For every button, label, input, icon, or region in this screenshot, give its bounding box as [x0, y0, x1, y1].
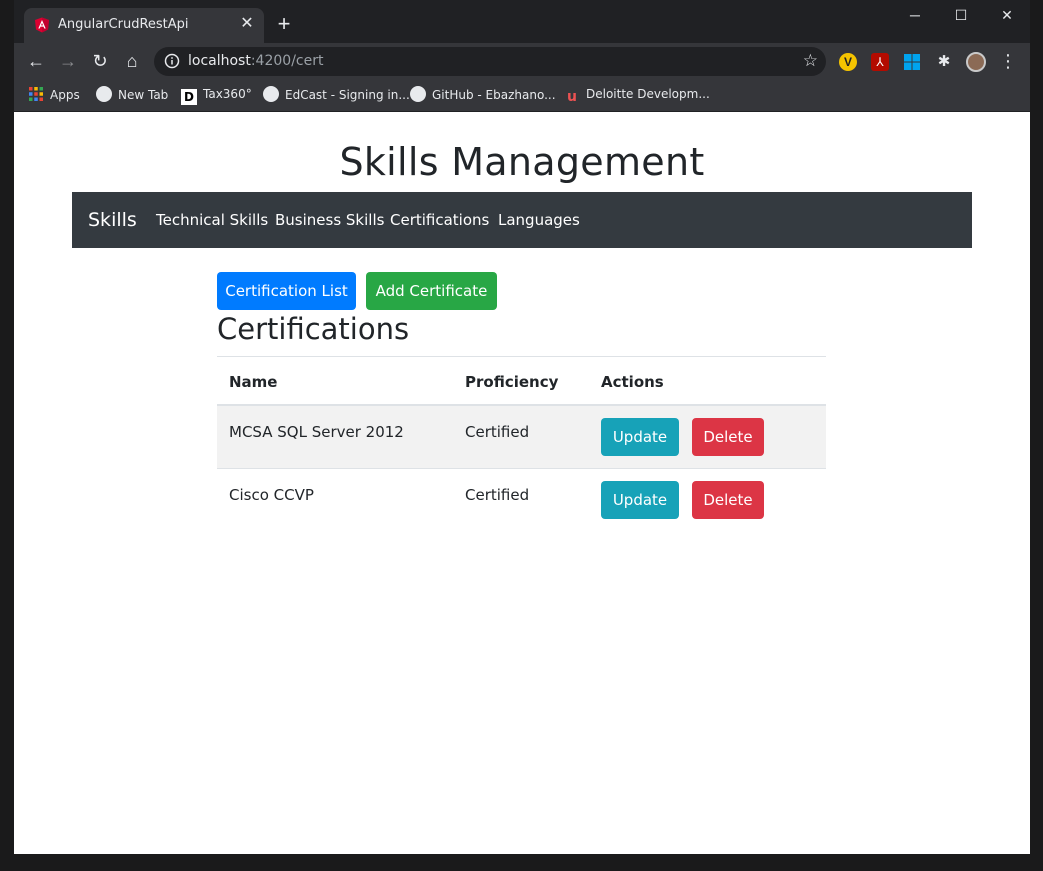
bookmark-new-tab[interactable]: New Tab — [96, 86, 168, 104]
certifications-table: Name Proficiency Actions MCSA SQL Server… — [217, 356, 826, 532]
bookmark-deloitte[interactable]: u Deloitte Developm... — [564, 86, 710, 105]
bookmark-label: Apps — [50, 88, 80, 102]
norton-extension-icon[interactable]: V — [839, 53, 857, 71]
bookmark-star-icon[interactable]: ☆ — [803, 51, 818, 71]
profile-avatar[interactable] — [966, 52, 986, 72]
bookmark-apps[interactable]: Apps — [28, 86, 80, 104]
nav-link-business-skills[interactable]: Business Skills — [275, 211, 384, 229]
cell-name: MCSA SQL Server 2012 — [229, 423, 404, 441]
bookmark-label: New Tab — [118, 88, 169, 102]
deloitte-d-icon: D — [181, 89, 197, 105]
column-header-actions: Actions — [601, 373, 664, 391]
delete-button[interactable]: Delete — [692, 418, 764, 456]
apps-grid-icon — [29, 87, 43, 101]
bookmark-github[interactable]: GitHub - Ebazhano... — [410, 86, 556, 104]
menu-kebab-icon[interactable]: ⋮ — [996, 49, 1020, 73]
github-icon — [410, 86, 426, 102]
globe-icon — [263, 86, 279, 102]
certification-list-button[interactable]: Certification List — [217, 272, 356, 310]
minimize-icon[interactable]: ─ — [904, 6, 926, 24]
url-text: localhost:4200/cert — [188, 53, 324, 69]
bookmark-edcast[interactable]: EdCast - Signing in... — [263, 86, 410, 104]
delete-button[interactable]: Delete — [692, 481, 764, 519]
bookmarks-bar: Apps New Tab D Tax360° EdCast - Signing i… — [14, 79, 1030, 111]
section-title: Certifications — [217, 312, 410, 346]
bookmark-label: GitHub - Ebazhano... — [432, 88, 556, 102]
page-title: Skills Management — [339, 140, 705, 184]
bookmark-label: Tax360° — [203, 87, 252, 101]
update-button[interactable]: Update — [601, 418, 679, 456]
column-header-proficiency: Proficiency — [465, 373, 559, 391]
browser-toolbar: ← → ↻ ⌂ localhost:4200/cert ☆ V ⅄ ✱ ⋮ — [14, 43, 1030, 79]
nav-link-technical-skills[interactable]: Technical Skills — [156, 211, 268, 229]
home-icon[interactable]: ⌂ — [120, 49, 144, 73]
tab-title: AngularCrudRestApi — [58, 17, 189, 32]
new-tab-plus-icon[interactable]: + — [274, 13, 294, 35]
bookmark-label: Deloitte Developm... — [586, 87, 710, 101]
table-row: Cisco CCVP Certified Update Delete — [217, 469, 826, 532]
column-header-name: Name — [229, 373, 278, 391]
nav-link-languages[interactable]: Languages — [498, 211, 580, 229]
bookmark-tax360[interactable]: D Tax360° — [181, 86, 252, 105]
browser-tab[interactable]: AngularCrudRestApi ✕ — [24, 8, 264, 43]
pdf-extension-icon[interactable]: ⅄ — [871, 53, 889, 71]
add-certificate-button[interactable]: Add Certificate — [366, 272, 497, 310]
globe-icon — [96, 86, 112, 102]
navbar: Skills Technical Skills Business Skills … — [72, 192, 972, 248]
cell-name: Cisco CCVP — [229, 486, 314, 504]
browser-window: AngularCrudRestApi ✕ + ─ ☐ ✕ ← → ↻ ⌂ loc… — [14, 0, 1030, 854]
tab-close-icon[interactable]: ✕ — [238, 15, 256, 33]
angular-icon — [35, 17, 49, 33]
nav-link-certifications[interactable]: Certifications — [390, 211, 489, 229]
cell-proficiency: Certified — [465, 423, 530, 441]
update-button[interactable]: Update — [601, 481, 679, 519]
address-bar[interactable]: localhost:4200/cert ☆ — [154, 47, 826, 76]
navbar-brand[interactable]: Skills — [88, 209, 137, 231]
table-row: MCSA SQL Server 2012 Certified Update De… — [217, 406, 826, 469]
back-arrow-icon[interactable]: ← — [24, 49, 48, 73]
extensions-puzzle-icon[interactable]: ✱ — [935, 53, 953, 71]
page-content: Skills Management Skills Technical Skill… — [14, 112, 1030, 854]
table-header: Name Proficiency Actions — [217, 356, 826, 406]
reload-icon[interactable]: ↻ — [88, 49, 112, 73]
bookmark-label: EdCast - Signing in... — [285, 88, 410, 102]
close-window-icon[interactable]: ✕ — [996, 6, 1018, 24]
tab-strip: AngularCrudRestApi ✕ + ─ ☐ ✕ — [14, 0, 1030, 43]
udemy-icon: u — [567, 89, 577, 105]
maximize-icon[interactable]: ☐ — [950, 6, 972, 24]
cell-proficiency: Certified — [465, 486, 530, 504]
info-icon[interactable] — [164, 53, 180, 69]
windows-extension-icon[interactable] — [903, 53, 921, 71]
forward-arrow-icon[interactable]: → — [56, 49, 80, 73]
